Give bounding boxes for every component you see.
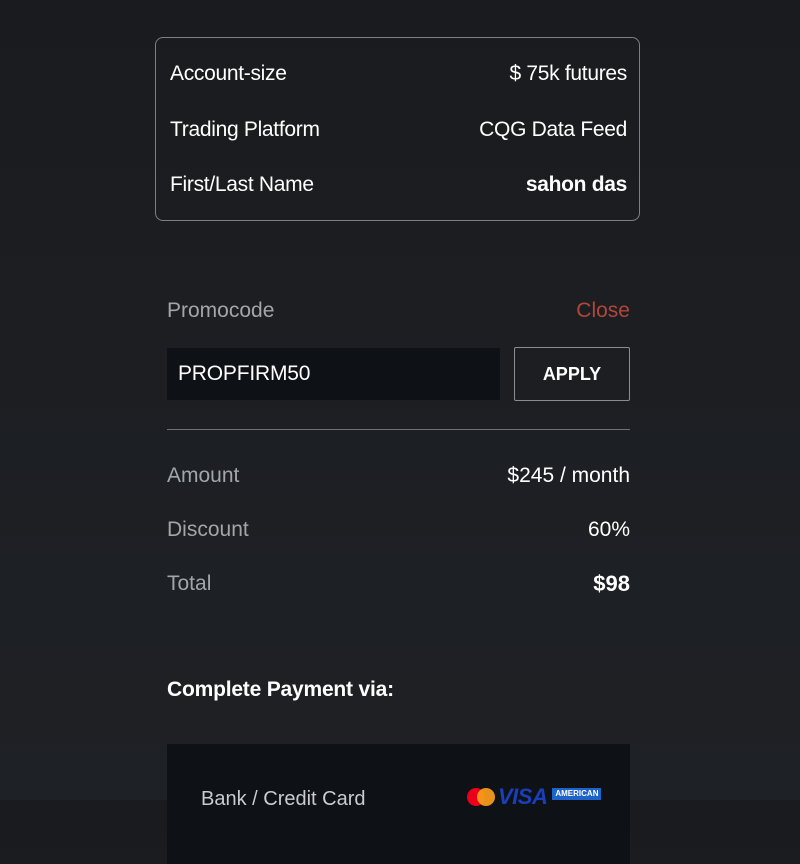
divider (167, 429, 630, 430)
total-value: $98 (593, 571, 630, 596)
promocode-label: Promocode (167, 299, 275, 322)
summary-row-name: First/Last Name sahon das (170, 173, 627, 197)
discount-value: 60% (587, 518, 630, 541)
apply-button[interactable]: APPLY (514, 347, 630, 401)
payment-heading: Complete Payment via: (167, 678, 394, 701)
discount-label: Discount (167, 518, 249, 541)
promocode-header: Promocode Close (167, 299, 630, 323)
card-logos: VISA AMERICAN (467, 784, 602, 810)
account-size-value: $ 75k futures (509, 62, 627, 85)
total-row: Total $98 (167, 571, 630, 597)
visa-icon: VISA (498, 784, 548, 809)
payment-option-card[interactable]: Bank / Credit Card VISA AMERICAN (167, 744, 630, 864)
account-summary-card: Account-size $ 75k futures Trading Platf… (155, 37, 640, 221)
account-size-label: Account-size (170, 62, 287, 85)
promocode-input[interactable] (167, 348, 500, 400)
name-value: sahon das (525, 173, 627, 196)
total-label: Total (167, 572, 212, 595)
discount-row: Discount 60% (167, 518, 630, 542)
trading-platform-value: CQG Data Feed (479, 118, 627, 141)
amount-label: Amount (167, 464, 240, 487)
mastercard-icon (467, 788, 495, 808)
name-label: First/Last Name (170, 173, 314, 196)
amount-row: Amount $245 / month (167, 464, 630, 488)
amex-icon: AMERICAN (552, 788, 602, 800)
promocode-close-link[interactable]: Close (576, 299, 630, 323)
summary-row-account-size: Account-size $ 75k futures (170, 62, 627, 86)
summary-row-trading-platform: Trading Platform CQG Data Feed (170, 118, 627, 142)
amount-value: $245 / month (507, 464, 630, 487)
trading-platform-label: Trading Platform (170, 118, 320, 141)
